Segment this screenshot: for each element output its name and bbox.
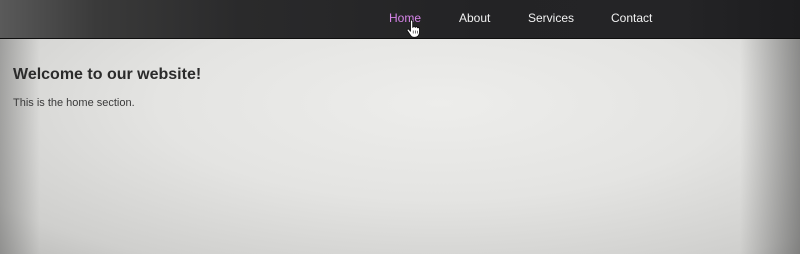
page-heading: Welcome to our website!	[13, 66, 202, 83]
browser-viewport: Home About Services Contact Welcome to o…	[0, 0, 800, 254]
hand-pointer-icon	[406, 20, 420, 38]
home-section: Welcome to our website! This is the home…	[0, 39, 800, 254]
nav-link-services[interactable]: Services	[528, 11, 574, 25]
nav-link-contact[interactable]: Contact	[611, 11, 652, 25]
home-description: This is the home section.	[13, 97, 135, 109]
nav-link-about[interactable]: About	[459, 11, 490, 25]
top-navbar: Home About Services Contact	[0, 0, 800, 39]
